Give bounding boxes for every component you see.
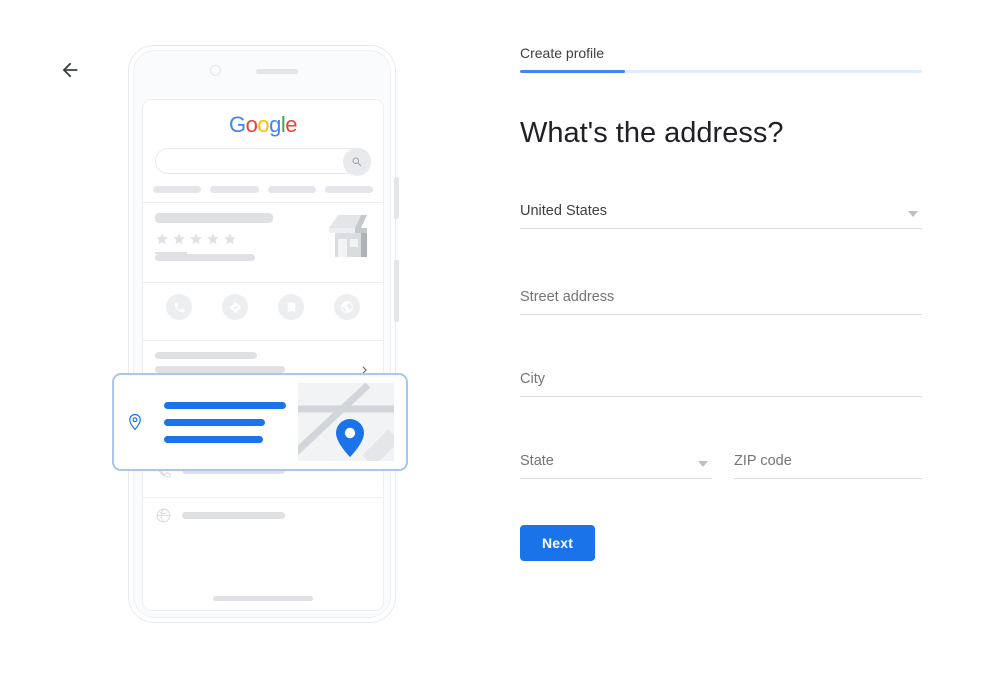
state-field[interactable] bbox=[520, 451, 712, 479]
page-title: What's the address? bbox=[520, 117, 784, 149]
logo-letter-o2: o bbox=[257, 112, 270, 137]
logo-letter-e: e bbox=[285, 112, 297, 137]
star-icon bbox=[156, 233, 168, 245]
field-underline bbox=[520, 396, 922, 397]
row-line-placeholder bbox=[182, 512, 285, 519]
chip[interactable] bbox=[153, 186, 202, 193]
zip-code-field[interactable] bbox=[734, 451, 922, 479]
phone-camera bbox=[210, 65, 221, 76]
logo-letter-g1: G bbox=[228, 112, 246, 137]
state-input[interactable] bbox=[520, 451, 712, 478]
star-icon bbox=[190, 233, 202, 245]
storefront-icon bbox=[329, 215, 367, 257]
wizard-progress-bar bbox=[520, 70, 922, 73]
street-address-input[interactable] bbox=[520, 287, 922, 314]
star-icon bbox=[224, 233, 236, 245]
save-action-button[interactable] bbox=[278, 294, 304, 320]
arrow-left-icon bbox=[62, 62, 78, 78]
wizard-tab-label: Create profile bbox=[520, 45, 605, 61]
google-logo: Google bbox=[143, 114, 383, 136]
back-button[interactable] bbox=[56, 56, 84, 84]
highlight-line bbox=[164, 401, 286, 409]
globe-icon bbox=[155, 507, 172, 524]
chevron-down-icon[interactable] bbox=[698, 461, 708, 467]
city-field[interactable] bbox=[520, 369, 922, 397]
home-indicator bbox=[213, 596, 313, 601]
create-profile-form: Create profile What's the address? Next bbox=[520, 44, 922, 561]
map-thumbnail bbox=[298, 383, 394, 461]
search-icon bbox=[352, 157, 362, 167]
chip[interactable] bbox=[210, 186, 259, 193]
highlight-line bbox=[164, 435, 263, 443]
business-name-placeholder bbox=[155, 213, 273, 223]
chip[interactable] bbox=[267, 186, 316, 193]
next-button[interactable]: Next bbox=[520, 525, 596, 561]
bookmark-icon bbox=[287, 302, 295, 312]
row-line-placeholder bbox=[155, 352, 257, 359]
star-icon bbox=[173, 233, 185, 245]
wizard-progress-fill bbox=[520, 70, 625, 73]
business-action-buttons bbox=[143, 283, 383, 331]
highlight-line bbox=[164, 418, 266, 426]
phone-icon bbox=[174, 302, 184, 312]
field-underline bbox=[520, 478, 712, 479]
call-action-button[interactable] bbox=[166, 294, 192, 320]
state-zip-row bbox=[520, 451, 922, 479]
globe-icon bbox=[341, 301, 353, 313]
row-line-placeholder bbox=[155, 366, 285, 373]
street-address-field[interactable] bbox=[520, 287, 922, 315]
field-underline bbox=[520, 314, 922, 315]
phone-search-bar[interactable] bbox=[155, 148, 371, 176]
location-pin-outline-icon bbox=[129, 413, 141, 431]
logo-letter-o1: o bbox=[245, 112, 258, 137]
directions-action-button[interactable] bbox=[222, 294, 248, 320]
phone-mockup: Google bbox=[112, 45, 408, 623]
country-input[interactable] bbox=[520, 201, 922, 228]
phone-filter-chips bbox=[143, 174, 383, 193]
website-action-button[interactable] bbox=[334, 294, 360, 320]
phone-side-button-lower bbox=[394, 260, 399, 322]
highlight-card-lines bbox=[156, 401, 286, 443]
chip[interactable] bbox=[324, 186, 373, 193]
field-underline bbox=[734, 478, 922, 479]
search-button[interactable] bbox=[343, 148, 371, 176]
field-underline bbox=[520, 228, 922, 229]
business-summary-card bbox=[143, 203, 383, 273]
phone-screen: Google bbox=[142, 99, 384, 611]
website-info-row[interactable] bbox=[143, 498, 383, 533]
phone-side-button-upper bbox=[394, 177, 399, 219]
zip-code-input[interactable] bbox=[734, 451, 922, 478]
country-field[interactable] bbox=[520, 201, 922, 229]
city-input[interactable] bbox=[520, 369, 922, 396]
star-icon bbox=[207, 233, 219, 245]
logo-letter-g2: g bbox=[269, 112, 281, 137]
directions-icon bbox=[229, 301, 241, 313]
chevron-down-icon[interactable] bbox=[908, 211, 918, 217]
business-meta-placeholder bbox=[155, 254, 255, 261]
phone-speaker bbox=[256, 69, 298, 74]
highlighted-address-card[interactable] bbox=[112, 373, 408, 471]
